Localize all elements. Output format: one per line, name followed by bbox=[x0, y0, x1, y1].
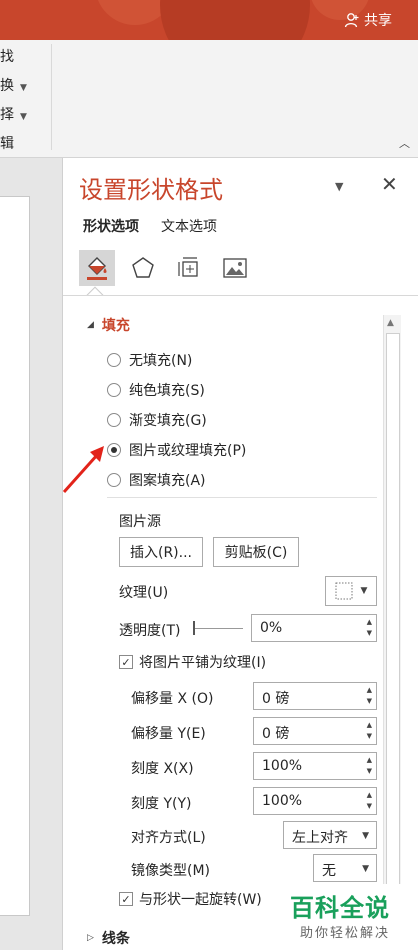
watermark-logo: 百科全说 助你轻松解决 bbox=[286, 884, 418, 950]
texture-label: 纹理(U) bbox=[119, 585, 169, 601]
transparency-spinner[interactable]: 0% ▲ ▼ bbox=[251, 614, 377, 642]
scale-y-spinner[interactable]: 100% ▲ ▼ bbox=[253, 787, 377, 815]
clipboard-button[interactable]: 剪贴板(C) bbox=[213, 537, 299, 567]
watermark-subtitle: 助你轻松解决 bbox=[300, 926, 391, 941]
scrollbar-thumb[interactable] bbox=[386, 333, 400, 933]
format-shape-pane: 设置形状格式 ▼ ✕ 形状选项 文本选项 ▲ ◢ 填充 无填充(N) 纯色填充(… bbox=[62, 158, 418, 950]
chevron-down-icon: ▼ bbox=[20, 112, 27, 122]
picture-source-label: 图片源 bbox=[119, 514, 161, 530]
insert-button[interactable]: 插入(R)... bbox=[119, 537, 203, 567]
chevron-down-icon: ▼ bbox=[360, 586, 368, 596]
offset-y-spinner[interactable]: 0 磅 ▲ ▼ bbox=[253, 717, 377, 745]
tab-text-options[interactable]: 文本选项 bbox=[161, 216, 217, 236]
texture-dropdown[interactable]: ▼ bbox=[325, 576, 377, 606]
share-button[interactable]: 共享 bbox=[344, 10, 392, 30]
annotation-arrow-icon bbox=[62, 446, 104, 494]
scale-x-label: 刻度 X(X) bbox=[131, 761, 194, 777]
offset-y-label: 偏移量 Y(E) bbox=[131, 726, 206, 742]
category-divider bbox=[63, 295, 418, 296]
pane-title: 设置形状格式 bbox=[79, 176, 223, 204]
ribbon-find-button[interactable]: 找 bbox=[0, 46, 14, 66]
scale-x-spinner[interactable]: 100% ▲ ▼ bbox=[253, 752, 377, 780]
spinner-arrows-icon[interactable]: ▲ ▼ bbox=[367, 685, 372, 707]
chevron-down-icon: ▼ bbox=[362, 864, 369, 874]
tile-texture-checkbox-row[interactable]: ✓ 将图片平铺为纹理(I) bbox=[119, 652, 266, 672]
mirror-type-dropdown[interactable]: 无 ▼ bbox=[313, 854, 377, 882]
radio-button[interactable] bbox=[107, 353, 121, 367]
rotate-with-shape-checkbox-row[interactable]: ✓ 与形状一起旋转(W) bbox=[119, 889, 262, 909]
ribbon-replace-button[interactable]: 换 ▼ bbox=[0, 75, 27, 95]
close-icon[interactable]: ✕ bbox=[381, 172, 398, 196]
spinner-arrows-icon[interactable]: ▲ ▼ bbox=[367, 755, 372, 777]
tab-shape-options[interactable]: 形状选项 bbox=[83, 216, 139, 236]
ribbon-separator bbox=[51, 44, 52, 150]
pane-category-icons bbox=[79, 250, 253, 286]
transparency-slider-handle[interactable] bbox=[193, 621, 195, 635]
pane-scrollbar[interactable]: ▲ bbox=[383, 315, 401, 950]
scroll-up-icon[interactable]: ▲ bbox=[387, 318, 394, 328]
spinner-arrows-icon[interactable]: ▲ ▼ bbox=[367, 720, 372, 742]
ribbon: 找 换 ▼ 择 ▼ 辑 ︿ bbox=[0, 40, 418, 158]
radio-picture-texture-fill[interactable]: 图片或纹理填充(P) bbox=[107, 440, 246, 460]
checkbox-checked[interactable]: ✓ bbox=[119, 892, 133, 906]
alignment-label: 对齐方式(L) bbox=[131, 830, 206, 846]
fill-section-header[interactable]: ◢ 填充 bbox=[87, 315, 130, 335]
spinner-arrows-icon[interactable]: ▲ ▼ bbox=[367, 790, 372, 812]
title-decoration bbox=[160, 0, 310, 40]
texture-preview-icon bbox=[335, 582, 353, 600]
offset-x-spinner[interactable]: 0 磅 ▲ ▼ bbox=[253, 682, 377, 710]
collapse-ribbon-icon[interactable]: ︿ bbox=[399, 135, 410, 151]
share-label: 共享 bbox=[364, 13, 392, 29]
radio-button[interactable] bbox=[107, 383, 121, 397]
transparency-label: 透明度(T) bbox=[119, 623, 181, 639]
radio-button[interactable] bbox=[107, 413, 121, 427]
ribbon-edit-group-label: 辑 bbox=[0, 136, 14, 152]
chevron-down-icon: ▼ bbox=[362, 831, 369, 841]
section-divider bbox=[107, 497, 377, 498]
watermark-title: 百科全说 bbox=[290, 894, 390, 922]
effects-pentagon-icon[interactable] bbox=[125, 250, 161, 286]
picture-icon[interactable] bbox=[217, 250, 253, 286]
slide-canvas[interactable] bbox=[0, 196, 30, 916]
offset-x-label: 偏移量 X (O) bbox=[131, 691, 214, 707]
spinner-arrows-icon[interactable]: ▲ ▼ bbox=[367, 617, 372, 639]
chevron-down-icon: ▼ bbox=[20, 83, 27, 93]
pane-options-chevron-icon[interactable]: ▼ bbox=[335, 180, 343, 193]
transparency-slider-track[interactable] bbox=[193, 628, 243, 629]
ribbon-select-button[interactable]: 择 ▼ bbox=[0, 104, 27, 124]
pane-tabs: 形状选项 文本选项 bbox=[83, 216, 217, 236]
size-properties-icon[interactable] bbox=[171, 250, 207, 286]
scale-y-label: 刻度 Y(Y) bbox=[131, 796, 192, 812]
expand-triangle-icon: ▷ bbox=[87, 933, 94, 943]
person-icon bbox=[344, 13, 359, 28]
line-section-header[interactable]: ▷ 线条 bbox=[87, 928, 130, 948]
radio-gradient-fill[interactable]: 渐变填充(G) bbox=[107, 410, 207, 430]
checkbox-checked[interactable]: ✓ bbox=[119, 655, 133, 669]
radio-pattern-fill[interactable]: 图案填充(A) bbox=[107, 470, 206, 490]
title-bar: 共享 bbox=[0, 0, 418, 40]
radio-no-fill[interactable]: 无填充(N) bbox=[107, 350, 192, 370]
fill-line-icon[interactable] bbox=[79, 250, 115, 286]
alignment-dropdown[interactable]: 左上对齐 ▼ bbox=[283, 821, 377, 849]
collapse-triangle-icon: ◢ bbox=[87, 320, 94, 330]
radio-solid-fill[interactable]: 纯色填充(S) bbox=[107, 380, 205, 400]
mirror-type-label: 镜像类型(M) bbox=[131, 863, 211, 879]
